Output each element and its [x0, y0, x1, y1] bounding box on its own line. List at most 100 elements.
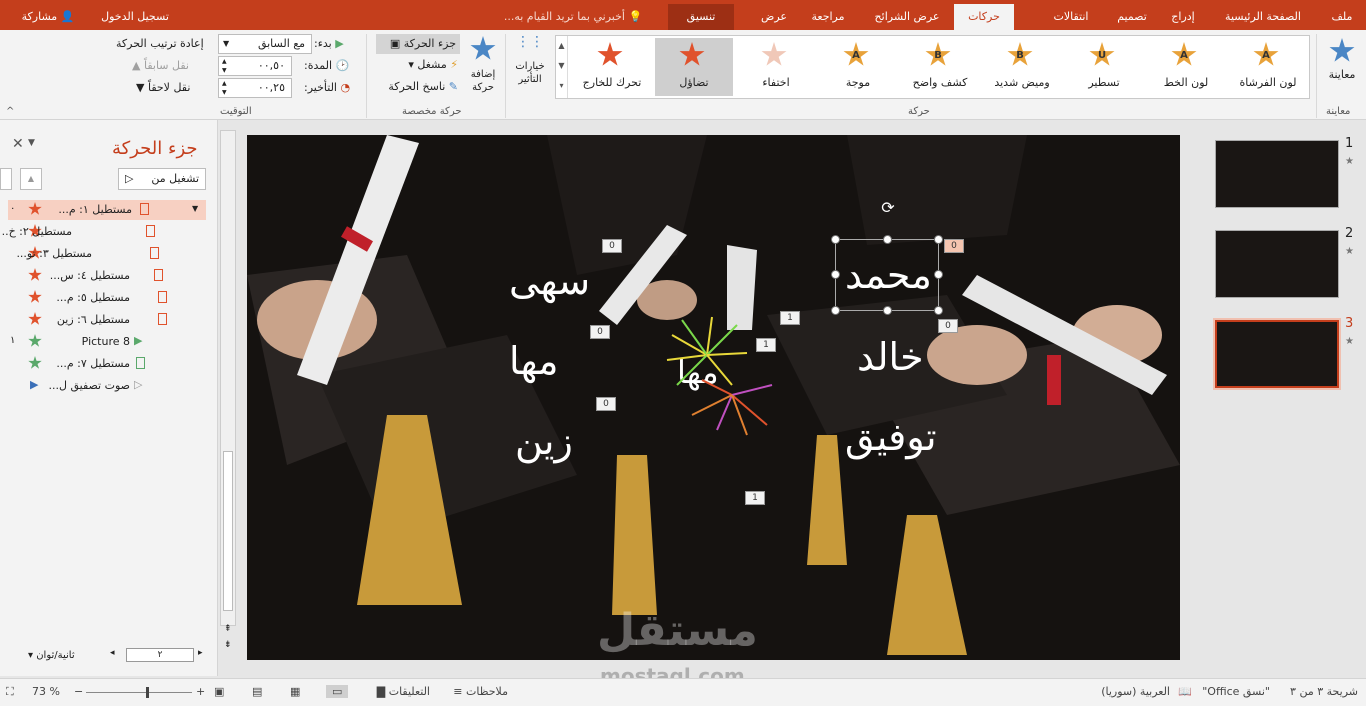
effect-bold-reveal[interactable]: B كشف واضح [901, 38, 979, 96]
next-slide-icon[interactable]: ⇟ [224, 640, 232, 650]
add-animation-button[interactable]: إضافة حركة [464, 36, 502, 100]
vertical-scrollbar[interactable] [220, 130, 236, 626]
resize-handle[interactable] [831, 270, 840, 279]
effect-underline[interactable]: U تسطير [1065, 38, 1143, 96]
play-from-button[interactable]: تشغيل من ▷ [118, 168, 206, 190]
group-label-timing: التوقيت [220, 106, 252, 117]
effect-bold-flash[interactable]: B وميض شديد [983, 38, 1061, 96]
spin-arrows-icon: ▲ ▼ [222, 58, 227, 74]
share-button[interactable]: 👤 مشاركة [10, 4, 86, 30]
gallery-scroll[interactable]: ▲ ▼ ▾ [556, 36, 568, 98]
anim-tag: 0 [944, 239, 964, 253]
selection-box[interactable]: ⟳ [831, 198, 943, 315]
thumbnail-slide-3[interactable] [1213, 318, 1341, 390]
rotate-handle-icon[interactable]: ⟳ [878, 198, 898, 218]
anim-item-5[interactable]: مستطيل ٥: م... [8, 288, 206, 308]
effect-wave[interactable]: A موجة [819, 38, 897, 96]
zoom-right-icon[interactable]: ▸ [198, 648, 203, 658]
spellcheck-icon[interactable]: 📖 [1178, 685, 1192, 698]
effect-disappear[interactable]: اختفاء [737, 38, 815, 96]
language[interactable]: العربية (سوريا) [1101, 685, 1170, 698]
tab-view[interactable]: عرض [756, 4, 792, 30]
rectangle-icon [150, 247, 159, 259]
effect-options-button[interactable]: ⋮⋮ خيارات التأثير [510, 35, 550, 100]
effect-star-icon: U [1089, 42, 1119, 72]
seconds-dropdown[interactable]: ثانية/ثوان ▾ [28, 650, 75, 661]
fireworks-picture[interactable] [662, 315, 777, 440]
duration-spinner[interactable]: ٠٠,٥٠ ▲ ▼ [218, 56, 292, 76]
anim-item-1[interactable]: ٠ مستطيل ١: م... ▼ [8, 200, 206, 220]
effect-brush-color[interactable]: A لون الفرشاة [1229, 38, 1307, 96]
thumbnail-slide-1[interactable] [1215, 140, 1339, 208]
zoom-slider[interactable] [86, 687, 192, 698]
trigger-button[interactable]: ⚡ مشغل ▾ [394, 58, 458, 76]
effect-fly-out[interactable]: تحرك للخارج [573, 38, 651, 96]
anim-item-7[interactable]: ١ Picture 8 ▶ [8, 332, 206, 352]
tab-review[interactable]: مراجعة [804, 4, 852, 30]
fit-slide-icon[interactable]: ⛶ [6, 685, 14, 699]
effect-label: اختفاء [762, 76, 790, 89]
resize-handle[interactable] [831, 235, 840, 244]
pane-menu-chevron-icon[interactable]: ▼ [28, 138, 35, 148]
person-icon: 👤 [60, 10, 75, 23]
name-suha[interactable]: سهى [509, 259, 590, 303]
start-dropdown[interactable]: مع السابق ▼ [218, 34, 312, 54]
name-tawfiq[interactable]: توفيق [845, 415, 937, 459]
effect-star-icon: A [843, 42, 873, 72]
slide[interactable]: سهى مها زين محمد خالد توفيق مها ⟳ 0 0 0 … [247, 135, 1180, 660]
tab-insert[interactable]: إدراج [1162, 4, 1204, 30]
chevron-down-icon[interactable]: ▼ [192, 204, 198, 213]
tab-format[interactable]: تنسيق [668, 4, 734, 30]
tell-me-box[interactable]: 💡 أخبرني بما تريد القيام به... [488, 4, 658, 30]
name-zain[interactable]: زين [515, 419, 573, 463]
animation-painter-button[interactable]: ✎ ناسخ الحركة [372, 80, 458, 98]
tab-transitions[interactable]: انتقالات [1040, 4, 1102, 30]
preview-button[interactable]: معاينة [1322, 36, 1362, 96]
resize-handle[interactable] [934, 270, 943, 279]
resize-handle[interactable] [934, 306, 943, 315]
tab-home[interactable]: الصفحة الرئيسية [1208, 4, 1318, 30]
normal-view-icon[interactable]: ▭ [326, 685, 349, 698]
zoom-level[interactable]: 73 % [32, 685, 60, 698]
thumbnail-slide-2[interactable] [1215, 230, 1339, 298]
slide-sorter-icon[interactable]: ▦ [290, 685, 300, 698]
anim-item-2[interactable]: مستطيل ٢: خ... [2, 222, 206, 242]
sign-in-link[interactable]: تسجيل الدخول [90, 4, 180, 30]
comments-button[interactable]: التعليقات ▇ [377, 685, 430, 698]
move-down-button[interactable] [0, 168, 12, 190]
resize-handle[interactable] [883, 306, 892, 315]
scroll-thumb[interactable] [223, 451, 233, 611]
tab-file[interactable]: ملف [1326, 4, 1358, 30]
anim-item-8[interactable]: مستطيل ٧: م... [8, 354, 206, 374]
resize-handle[interactable] [831, 306, 840, 315]
resize-handle[interactable] [883, 235, 892, 244]
anim-item-3[interactable]: مستطيل ٣: تو... [8, 244, 206, 264]
anim-item-9[interactable]: ▶ صوت تصفيق ل... ▷ [8, 376, 206, 396]
resize-handle[interactable] [934, 235, 943, 244]
zoom-in-icon[interactable]: + [196, 685, 205, 698]
zoom-thumb[interactable] [146, 687, 149, 698]
reading-view-icon[interactable]: ▤ [252, 685, 262, 698]
close-icon[interactable]: ✕ [12, 136, 24, 152]
notes-button[interactable]: ملاحظات ≡ [453, 685, 508, 698]
collapse-ribbon-icon[interactable]: ^ [6, 106, 14, 117]
name-khaled[interactable]: خالد [857, 335, 924, 379]
animation-pane-button[interactable]: جزء الحركة ▣ [376, 34, 460, 54]
effect-font-color[interactable]: A لون الخط [1147, 38, 1225, 96]
move-earlier-button[interactable]: نقل سابقاً ▲ [132, 59, 189, 72]
move-later-button[interactable]: نقل لاحقاً ▼ [136, 81, 190, 94]
tab-design[interactable]: تصميم [1106, 4, 1158, 30]
zoom-out-icon[interactable]: − [74, 685, 83, 698]
anim-item-6[interactable]: مستطيل ٦: زين [8, 310, 206, 330]
zoom-left-icon[interactable]: ◂ [110, 648, 115, 658]
effect-shrink[interactable]: تضاؤل [655, 38, 733, 96]
tab-slideshow[interactable]: عرض الشرائح [864, 4, 950, 30]
timeline-zoom[interactable]: ٢ [126, 648, 194, 662]
delay-spinner[interactable]: ٠٠,٢٥ ▲ ▼ [218, 78, 292, 98]
name-maha-left[interactable]: مها [509, 339, 558, 383]
prev-slide-icon[interactable]: ⇞ [224, 624, 232, 634]
tab-animations[interactable]: حركات [954, 4, 1014, 30]
anim-item-4[interactable]: مستطيل ٤: س... [8, 266, 206, 286]
move-up-button[interactable]: ▲ [20, 168, 42, 190]
slideshow-icon[interactable]: ▣ [214, 685, 224, 698]
